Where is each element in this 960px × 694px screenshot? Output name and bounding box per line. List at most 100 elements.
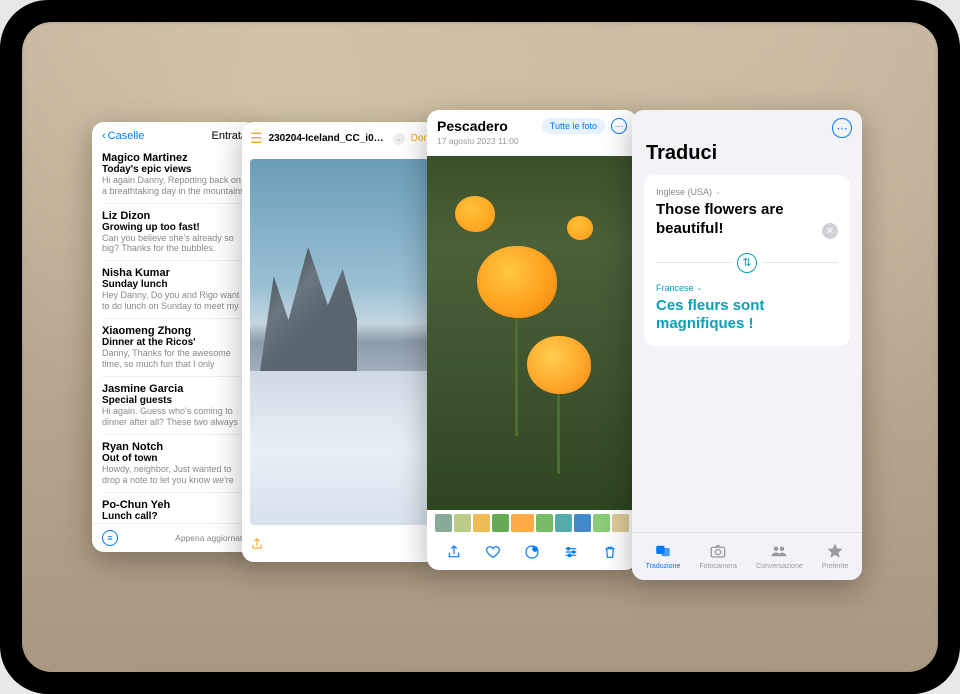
mail-preview: Hi again Danny, Reporting back on a brea… xyxy=(102,175,247,197)
mail-preview: Hey Danny, Do you and Rigo want to do lu… xyxy=(102,290,247,312)
mail-subject: Growing up too fast! xyxy=(102,222,247,233)
chevron-down-icon: ⌄ xyxy=(715,188,721,196)
flower-stem xyxy=(515,316,518,436)
notes-toolbar xyxy=(242,529,437,562)
mail-sender: Ryan Notch xyxy=(102,441,247,453)
translate-navbar: ⋯ xyxy=(632,110,862,138)
mail-item[interactable]: Jasmine Garcia Special guests Hi again. … xyxy=(102,377,247,435)
app-card-notes[interactable]: Note Snowscape Photography ☰ 230204-Icel… xyxy=(242,122,437,562)
mail-sender: Magico Martinez xyxy=(102,152,247,164)
mail-sender: Po-Chun Yeh xyxy=(102,499,247,511)
target-language-selector[interactable]: Francese ⌄ xyxy=(656,283,838,293)
mail-navbar: ‹ Caselle Entrata xyxy=(92,122,257,146)
flower xyxy=(455,196,495,232)
app-card-photos[interactable]: Foto Pescadero Tutte le foto ⋯ 17 agosto… xyxy=(427,110,637,570)
info-icon[interactable] xyxy=(522,542,542,562)
more-icon[interactable]: ⋯ xyxy=(611,118,627,134)
list-icon[interactable]: ☰ xyxy=(250,130,263,147)
photos-toolbar xyxy=(427,532,637,570)
camera-icon xyxy=(708,541,728,561)
tab-label: Conversazione xyxy=(756,563,803,570)
all-photos-button[interactable]: Tutte le foto xyxy=(542,118,605,134)
thumbnail[interactable] xyxy=(536,514,553,532)
app-switcher: Mail Entrata ‹ Caselle Entrata Magico Ma… xyxy=(92,92,888,602)
chevron-down-icon[interactable]: ⌄ xyxy=(393,133,405,145)
flower xyxy=(527,336,591,394)
share-icon[interactable] xyxy=(250,537,264,554)
source-language-selector[interactable]: Inglese (USA) ⌄ xyxy=(656,187,838,197)
translate-tab-icon xyxy=(653,541,673,561)
notes-filename: 230204-Iceland_CC_i0… xyxy=(269,133,387,144)
flower xyxy=(567,216,593,240)
translated-text: Ces fleurs sont magnifiques ! xyxy=(656,297,838,335)
mail-back-button[interactable]: ‹ Caselle xyxy=(102,130,144,142)
source-text[interactable]: Those flowers are beautiful! xyxy=(656,201,838,239)
tab-label: Traduzione xyxy=(646,563,681,570)
mail-item[interactable]: Ryan Notch Out of town Howdy, neighbor, … xyxy=(102,435,247,493)
tab-translate[interactable]: Traduzione xyxy=(646,541,681,570)
mail-subject: Sunday lunch xyxy=(102,279,247,290)
app-card-translate[interactable]: Traduci ⋯ Traduci Inglese (USA) ⌄ Those … xyxy=(632,110,862,580)
mail-subject: Out of town xyxy=(102,453,247,464)
mail-preview: Hi again. Guess who's coming to dinner a… xyxy=(102,406,247,428)
mail-sender: Jasmine Garcia xyxy=(102,383,247,395)
mail-sender: Liz Dizon xyxy=(102,210,247,222)
swap-row: ⇅ xyxy=(656,253,838,273)
mail-item[interactable]: Po-Chun Yeh Lunch call? xyxy=(102,493,247,523)
people-icon xyxy=(769,541,789,561)
trash-icon[interactable] xyxy=(600,542,620,562)
mail-item[interactable]: Xiaomeng Zhong Dinner at the Ricos' Dann… xyxy=(102,319,247,377)
thumbnail[interactable] xyxy=(574,514,591,532)
mail-list[interactable]: Magico Martinez Today's epic views Hi ag… xyxy=(92,146,257,523)
adjust-icon[interactable] xyxy=(561,542,581,562)
mail-preview: Danny, Thanks for the awesome time, so m… xyxy=(102,348,247,370)
flower xyxy=(477,246,557,318)
tab-label: Preferite xyxy=(822,563,848,570)
star-icon xyxy=(825,541,845,561)
mail-item[interactable]: Magico Martinez Today's epic views Hi ag… xyxy=(102,146,247,204)
mail-item[interactable]: Nisha Kumar Sunday lunch Hey Danny, Do y… xyxy=(102,261,247,319)
tab-conversation[interactable]: Conversazione xyxy=(756,541,803,570)
translate-card: Inglese (USA) ⌄ Those flowers are beauti… xyxy=(644,175,850,346)
tab-label: Fotocamera xyxy=(700,563,737,570)
source-language: Inglese (USA) xyxy=(656,187,712,197)
tab-camera[interactable]: Fotocamera xyxy=(700,541,737,570)
thumbnail[interactable] xyxy=(435,514,452,532)
translate-heading: Traduci xyxy=(632,138,862,175)
notes-attached-image[interactable] xyxy=(250,159,429,525)
thumbnail[interactable] xyxy=(593,514,610,532)
mail-subject: Today's epic views xyxy=(102,164,247,175)
mail-subject: Special guests xyxy=(102,395,247,406)
chevron-left-icon: ‹ xyxy=(102,130,106,142)
thumbnail[interactable] xyxy=(612,514,629,532)
photo-viewer[interactable] xyxy=(427,156,637,510)
mail-sender: Xiaomeng Zhong xyxy=(102,325,247,337)
thumbnail[interactable] xyxy=(473,514,490,532)
clear-icon[interactable]: ✕ xyxy=(822,223,838,239)
mountain-image xyxy=(259,232,357,378)
notes-navbar: ☰ 230204-Iceland_CC_i0… ⌄ Don xyxy=(242,122,437,155)
share-icon[interactable] xyxy=(444,542,464,562)
mail-back-label: Caselle xyxy=(108,130,145,142)
mail-item[interactable]: Liz Dizon Growing up too fast! Can you b… xyxy=(102,204,247,262)
thumbnail[interactable] xyxy=(454,514,471,532)
mail-subject: Dinner at the Ricos' xyxy=(102,337,247,348)
swap-languages-icon[interactable]: ⇅ xyxy=(737,253,757,273)
mail-status: Appena aggiornato xyxy=(175,533,247,543)
thumbnail[interactable] xyxy=(555,514,572,532)
photos-navbar: Pescadero Tutte le foto ⋯ 17 agosto 2023… xyxy=(427,110,637,150)
mail-subject: Lunch call? xyxy=(102,511,247,522)
photos-date: 17 agosto 2023 11:00 xyxy=(437,136,627,146)
more-icon[interactable]: ⋯ xyxy=(832,118,852,138)
tab-favorites[interactable]: Preferite xyxy=(822,541,848,570)
heart-icon[interactable] xyxy=(483,542,503,562)
filter-icon[interactable]: ≡ xyxy=(102,530,118,546)
target-language: Francese xyxy=(656,283,694,293)
snow-foreground xyxy=(250,371,429,525)
thumbnail-current[interactable] xyxy=(511,514,535,532)
screen: Mail Entrata ‹ Caselle Entrata Magico Ma… xyxy=(22,22,938,672)
photo-thumbnails[interactable] xyxy=(427,514,637,532)
mail-toolbar: ≡ Appena aggiornato xyxy=(92,523,257,552)
thumbnail[interactable] xyxy=(492,514,509,532)
app-card-mail[interactable]: Mail Entrata ‹ Caselle Entrata Magico Ma… xyxy=(92,122,257,552)
